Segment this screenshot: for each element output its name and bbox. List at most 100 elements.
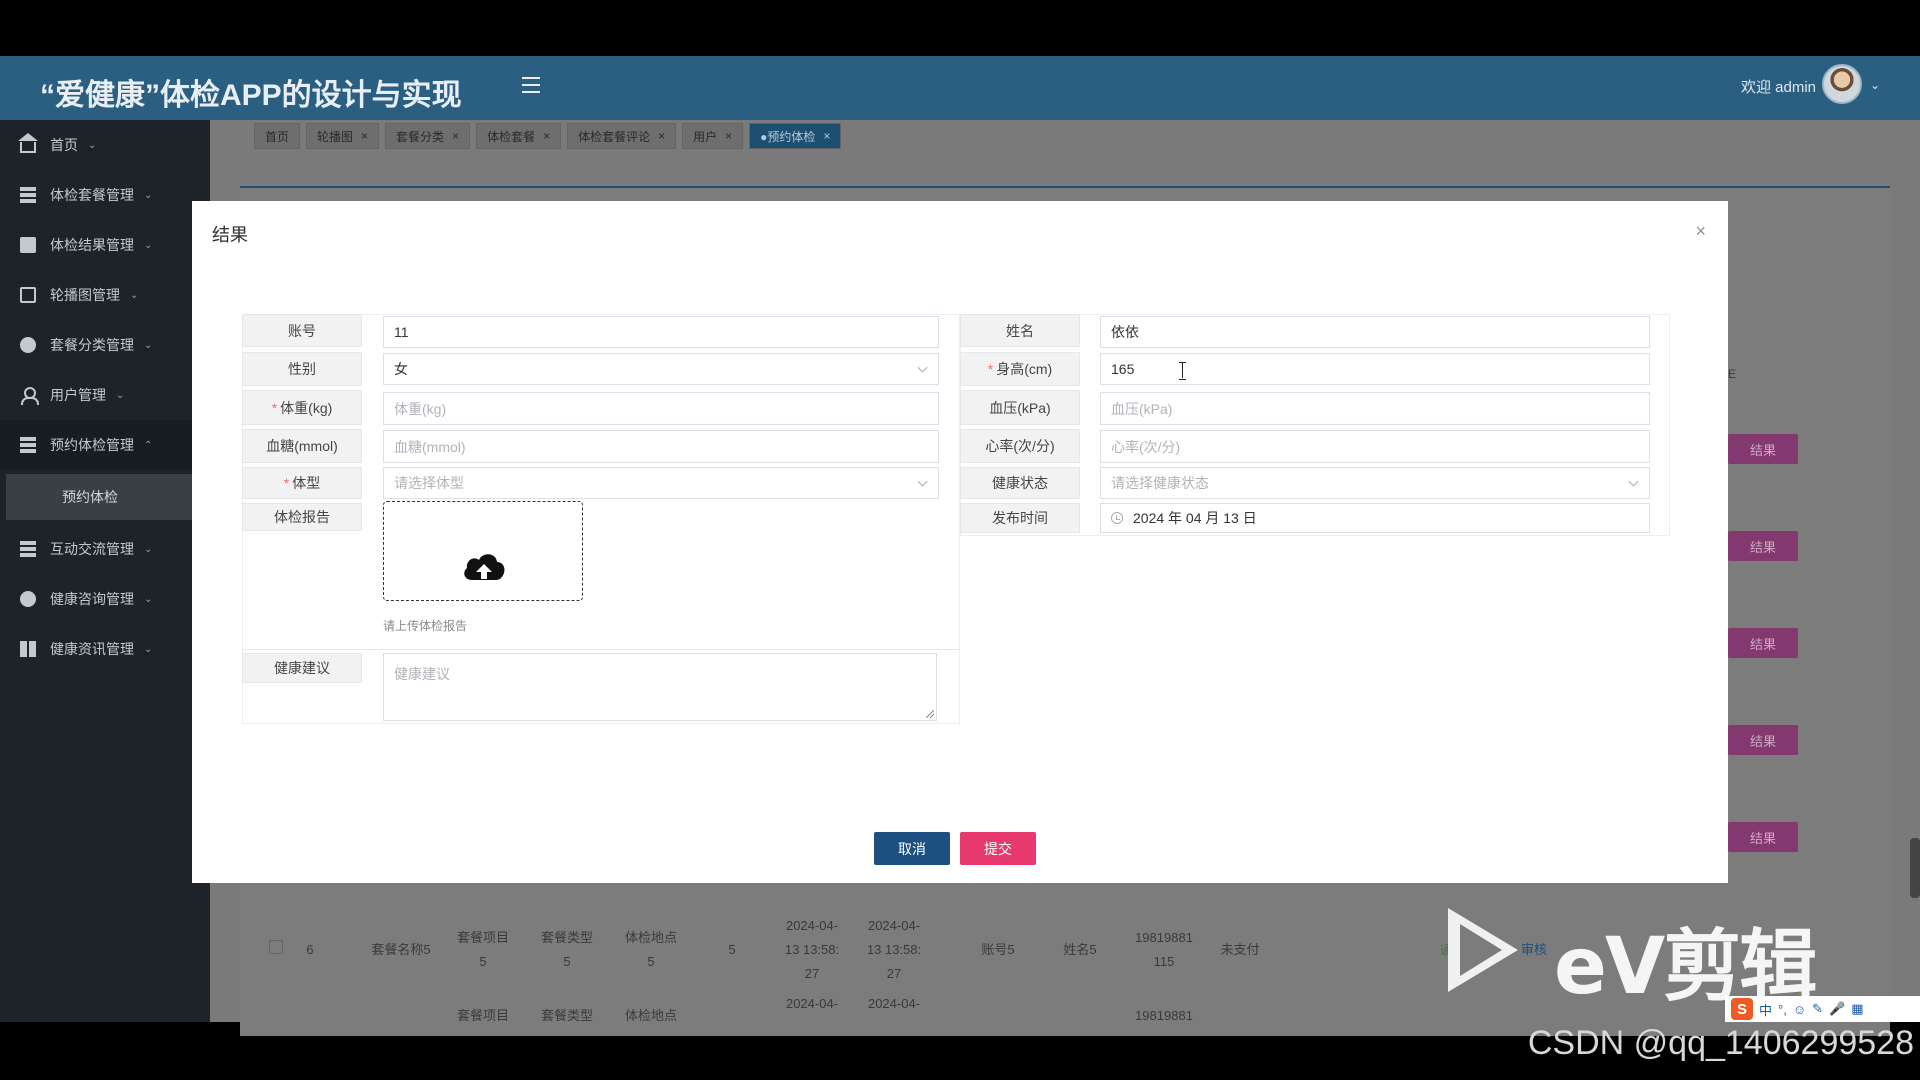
tab-home[interactable]: 首页 (254, 123, 301, 149)
blood-sugar-input[interactable]: 血糖(mmol) (383, 430, 939, 463)
menu-toggle-icon[interactable] (516, 72, 546, 102)
tab-users[interactable]: 用户 × (682, 123, 744, 149)
cancel-button[interactable]: 取消 (874, 832, 950, 865)
table-cell: 2024-04- (785, 998, 839, 1011)
chevron-down-icon (917, 362, 928, 373)
advice-textarea[interactable]: 健康建议 (383, 653, 937, 721)
field-label: 姓名 (960, 314, 1080, 347)
table-cell: 体检地点 5 (624, 930, 677, 969)
label-text: 体型 (292, 475, 321, 491)
label-text: 心率(次/分) (985, 438, 1055, 454)
chevron-down-icon (1628, 476, 1639, 487)
sidebar-item-label: 体检套餐管理 (50, 187, 134, 203)
select-placeholder: 请选择体型 (394, 475, 464, 491)
report-upload[interactable] (383, 501, 583, 601)
submit-button[interactable]: 提交 (960, 832, 1036, 865)
microphone-icon[interactable]: 🎤 (1829, 1001, 1845, 1017)
sidebar-item-category[interactable]: 套餐分类管理 ⌄ (0, 320, 210, 370)
list-icon (20, 437, 36, 453)
result-dialog: 结果 × 账号 11 姓名 依依 性别 女 * 身高(cm) 165 * 体重(kg… (192, 201, 1728, 883)
close-icon[interactable]: × (361, 129, 368, 143)
dot-icon (20, 337, 36, 353)
field-label: 体检报告 (242, 503, 362, 531)
name-input[interactable]: 依依 (1100, 316, 1650, 348)
resize-handle-icon[interactable] (926, 710, 934, 718)
sidebar-item-label: 健康咨询管理 (50, 591, 134, 607)
ime-logo-icon[interactable]: S (1731, 998, 1753, 1020)
field-label: 性别 (242, 352, 362, 386)
textarea-placeholder: 健康建议 (394, 666, 450, 682)
table-cell: 19819881 (1135, 1008, 1193, 1022)
tab-label: 用户 (693, 129, 718, 144)
date-value: 2024 年 04 月 13 日 (1133, 510, 1257, 526)
blood-pressure-input[interactable]: 血压(kPa) (1100, 392, 1650, 425)
ime-punct[interactable]: °, (1778, 1002, 1787, 1017)
health-status-select[interactable]: 请选择健康状态 (1100, 467, 1650, 499)
row-checkbox[interactable] (269, 940, 283, 954)
tab-label: 体检套餐评论 (578, 129, 651, 144)
sidebar-item-label: 互动交流管理 (50, 541, 134, 557)
ime-mode[interactable]: 中 (1759, 1000, 1772, 1019)
avatar[interactable] (1822, 64, 1862, 104)
result-button[interactable]: 结果 (1728, 822, 1798, 852)
welcome-text: 欢迎 admin (1740, 79, 1816, 96)
emoji-icon[interactable]: ☺ (1793, 1002, 1806, 1017)
chevron-down-icon[interactable]: ⌄ (1870, 78, 1880, 92)
tab-appointment[interactable]: ●预约体检 × (749, 123, 842, 149)
tab-package[interactable]: 体检套餐 × (476, 123, 562, 149)
close-icon[interactable]: × (543, 129, 550, 143)
app-title: “爱健康”体检APP的设计与实现 (40, 79, 462, 112)
user-icon (20, 387, 39, 405)
play-icon (1448, 908, 1518, 992)
list-icon (20, 187, 36, 203)
sidebar-item-interaction[interactable]: 互动交流管理 ⌄ (0, 524, 210, 574)
sidebar-item-package[interactable]: 体检套餐管理 ⌄ (0, 170, 210, 220)
result-button[interactable]: 结果 (1728, 628, 1798, 658)
field-label: 血糖(mmol) (242, 429, 362, 463)
gender-select[interactable]: 女 (383, 353, 939, 385)
account-input[interactable]: 11 (383, 316, 939, 348)
home-icon (18, 133, 38, 153)
label-text: 姓名 (1006, 322, 1034, 339)
sidebar-item-news[interactable]: 健康资讯管理 ⌄ (0, 624, 210, 674)
label-text: 发布时间 (992, 510, 1048, 526)
close-icon[interactable]: × (452, 129, 459, 143)
result-button[interactable]: 结果 (1728, 434, 1798, 464)
chevron-down-icon: ⌄ (144, 543, 153, 555)
table-cell: 2024-04- 13 13:58: 27 (866, 918, 922, 981)
scrollbar[interactable] (1910, 838, 1920, 898)
field-label: 健康状态 (960, 467, 1080, 499)
sidebar-subitem-appointment[interactable]: 预约体检 (6, 474, 196, 520)
label-text: 账号 (288, 322, 316, 339)
publish-date-picker[interactable]: 2024 年 04 月 13 日 (1100, 503, 1650, 533)
sidebar-item-label: 用户管理 (50, 387, 106, 403)
table-cell: 未支付 (1220, 942, 1260, 957)
document-icon (20, 287, 36, 303)
result-button[interactable]: 结果 (1728, 531, 1798, 561)
sidebar-item-appointment[interactable]: 预约体检管理 ⌃ (0, 420, 210, 470)
tab-carousel[interactable]: 轮播图 × (306, 123, 380, 149)
pen-icon[interactable]: ✎ (1812, 1001, 1823, 1017)
field-label: * 体重(kg) (242, 390, 362, 425)
table-cell: 套餐名称5 (371, 942, 431, 957)
weight-input[interactable]: 体重(kg) (383, 392, 939, 425)
sidebar-item-users[interactable]: 用户管理 ⌄ (0, 370, 210, 420)
table-cell: 套餐项目 5 (456, 930, 509, 969)
sidebar-item-results[interactable]: 体检结果管理 ⌄ (0, 220, 210, 270)
heart-rate-input[interactable]: 心率(次/分) (1100, 430, 1650, 463)
label-text: 血糖(mmol) (266, 438, 338, 454)
body-type-select[interactable]: 请选择体型 (383, 467, 939, 499)
tab-category[interactable]: 套餐分类 × (385, 123, 471, 149)
close-icon[interactable]: × (823, 129, 830, 143)
label-text: 血压(kPa) (989, 399, 1051, 416)
close-icon[interactable]: × (1695, 221, 1706, 242)
sidebar: 首页 ⌄ 体检套餐管理 ⌄ 体检结果管理 ⌄ 轮播图管理 ⌄ 套餐分类管理 ⌄ 用户管理 ⌄… (0, 120, 210, 1022)
result-button[interactable]: 结果 (1728, 725, 1798, 755)
sidebar-item-home[interactable]: 首页 ⌄ (0, 120, 210, 170)
close-icon[interactable]: × (725, 129, 732, 143)
tab-package-comment[interactable]: 体检套餐评论 × (567, 123, 677, 149)
grid-icon[interactable]: ▦ (1851, 1001, 1863, 1017)
close-icon[interactable]: × (658, 129, 665, 143)
sidebar-item-carousel[interactable]: 轮播图管理 ⌄ (0, 270, 210, 320)
sidebar-item-consult[interactable]: 健康咨询管理 ⌄ (0, 574, 210, 624)
